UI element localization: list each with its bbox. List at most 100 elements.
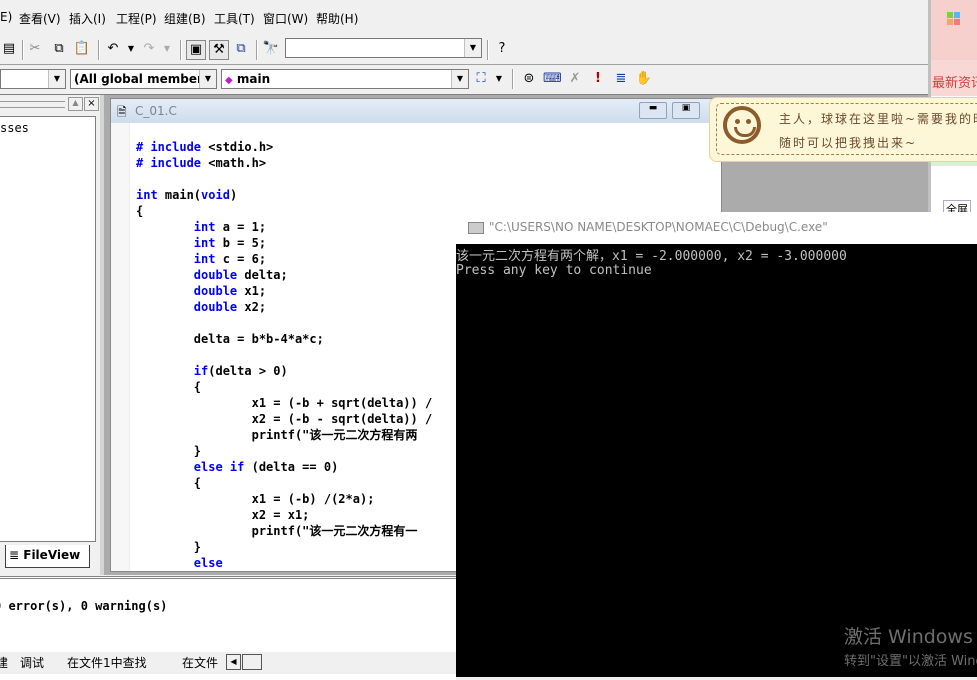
find-in-files-icon[interactable]: 🔭 [262, 40, 280, 58]
browser-header [931, 0, 977, 60]
redo-dropdown-icon[interactable]: ▼ [158, 40, 176, 58]
toolbar-separator [512, 69, 514, 89]
chevron-down-icon[interactable]: ▼ [464, 39, 481, 57]
code-text: b = 5; [215, 236, 267, 250]
members-combo[interactable]: (All global members ▼ [70, 69, 217, 89]
paste-icon[interactable]: 📋 [73, 40, 91, 58]
code-line[interactable]: double x1; [136, 283, 266, 299]
build-result-text: 0 error(s), 0 warning(s) [0, 599, 168, 613]
scroll-left-button[interactable]: ◀ [226, 654, 241, 670]
window-list-icon[interactable]: ⧉ [232, 40, 250, 58]
news-link[interactable]: 最新资讯 [932, 72, 977, 91]
chevron-down-icon[interactable]: ▼ [48, 70, 65, 88]
code-line[interactable]: x1 = (-b) /(2*a); [136, 491, 375, 507]
menu-tools[interactable]: 工具(T) [214, 10, 255, 27]
save-all-icon[interactable]: ▤ [0, 40, 18, 58]
output-icon[interactable]: ⚒ [209, 40, 229, 60]
restore-button[interactable]: ▣ [672, 102, 700, 119]
code-line[interactable]: } [136, 443, 201, 459]
code-line[interactable]: double delta; [136, 267, 288, 283]
code-line[interactable]: printf("该一元二次方程有两 [136, 427, 418, 443]
tab-build[interactable]: 建 [0, 654, 8, 671]
pane-gripper[interactable] [0, 101, 65, 108]
go-icon[interactable]: ≣ [612, 70, 630, 88]
code-line[interactable]: x1 = (-b + sqrt(delta)) / [136, 395, 433, 411]
compile-icon[interactable]: ⊜ [520, 70, 538, 88]
code-text: { [136, 380, 202, 394]
menu-window[interactable]: 窗口(W) [263, 10, 308, 27]
find-icon[interactable]: ? [493, 40, 511, 58]
undo-icon[interactable]: ↶ [104, 40, 122, 58]
execute-icon[interactable]: ! [589, 70, 607, 88]
tab-find-in-files-1[interactable]: 在文件1中查找 [67, 654, 147, 671]
code-line[interactable]: } [136, 539, 201, 555]
cut-icon[interactable]: ✂ [26, 40, 44, 58]
console-titlebar[interactable]: "C:\USERS\NO NAME\DESKTOP\NOMAEC\C\Debug… [456, 212, 977, 244]
tab-debug[interactable]: 调试 [20, 654, 44, 671]
code-line[interactable]: x2 = (-b - sqrt(delta)) / [136, 411, 433, 427]
menu-insert[interactable]: 插入(I) [69, 10, 106, 27]
code-line[interactable]: { [136, 475, 201, 491]
menu-help[interactable]: 帮助(H) [316, 10, 358, 27]
insert-breakpoint-icon[interactable]: ✋ [635, 70, 653, 88]
code-line[interactable]: else if (delta == 0) [136, 459, 339, 475]
code-line[interactable]: { [136, 203, 143, 219]
find-combo[interactable]: ▼ [285, 38, 482, 58]
code-text: c = 6; [215, 252, 267, 266]
tab-fileview-label: FileView [23, 548, 81, 562]
function-combo[interactable]: ◆ main ▼ [221, 69, 469, 89]
code-line[interactable]: { [136, 379, 201, 395]
menu-view[interactable]: 查看(V) [19, 10, 61, 27]
apps-icon-tile [954, 12, 960, 18]
maximize-pane-icon[interactable]: ▲ [68, 97, 83, 111]
wizard-dropdown-icon[interactable]: ▼ [490, 70, 508, 88]
code-line[interactable]: int c = 6; [136, 251, 266, 267]
apps-icon[interactable] [947, 12, 953, 18]
code-text: x2 = x1; [136, 508, 310, 522]
toolbar-separator [98, 40, 100, 60]
menu-project[interactable]: 工程(P) [116, 10, 157, 27]
editor-titlebar[interactable]: 🗎 C_01.C ▬ ▣ [111, 99, 721, 123]
code-line[interactable]: # include <stdio.h> [136, 139, 273, 155]
undo-dropdown-icon[interactable]: ▼ [122, 40, 140, 58]
tab-find-in-files-2[interactable]: 在文件 [182, 654, 218, 671]
code-keyword: double [193, 284, 238, 298]
code-line[interactable]: printf("该一元二次方程有一 [136, 523, 418, 539]
tree-item[interactable]: sses [0, 121, 29, 135]
tab-fileview[interactable]: ≣ FileView [5, 545, 90, 568]
code-line[interactable]: int b = 5; [136, 235, 266, 251]
scroll-right-button[interactable] [242, 654, 262, 670]
wizard-action-icon[interactable]: ⛶ [472, 70, 490, 88]
code-keyword: double [193, 300, 238, 314]
console-app-icon [468, 222, 484, 234]
code-line[interactable]: int main(void) [136, 187, 237, 203]
apps-icon-tile [947, 19, 953, 25]
assistant-tooltip[interactable]: 主人，球球在这里啦~需要我的时候 随时可以把我拽出来~ [709, 97, 977, 162]
code-line[interactable]: double x2; [136, 299, 266, 315]
close-pane-icon[interactable]: × [84, 97, 99, 111]
code-line[interactable]: delta = b*b-4*a*c; [136, 331, 324, 347]
workspace-pane: ▲ × sses ≣ FileView [0, 95, 100, 575]
workspace-icon[interactable]: ▣ [186, 40, 206, 60]
code-line[interactable]: else [136, 555, 223, 571]
code-line[interactable]: if(delta > 0) [136, 363, 288, 379]
smiley-eye [746, 119, 751, 124]
chevron-down-icon[interactable]: ▼ [451, 70, 468, 88]
chevron-down-icon[interactable]: ▼ [199, 70, 216, 88]
minimize-button[interactable]: ▬ [639, 102, 667, 119]
redo-icon[interactable]: ↷ [140, 40, 158, 58]
menu-edit[interactable]: E) [0, 10, 12, 24]
class-combo[interactable]: ▼ [0, 69, 66, 89]
code-line[interactable]: x2 = x1; [136, 507, 310, 523]
code-line[interactable]: int a = 1; [136, 219, 266, 235]
build-icon[interactable]: ⌨ [543, 70, 562, 88]
editor-title: C_01.C [135, 104, 177, 118]
menu-build[interactable]: 组建(B) [164, 10, 206, 27]
stop-build-icon[interactable]: ✗ [566, 70, 584, 88]
code-text: } [136, 540, 202, 554]
selection-margin [111, 123, 130, 571]
code-line[interactable]: # include <math.h> [136, 155, 266, 171]
copy-icon[interactable]: ⧉ [50, 40, 68, 58]
